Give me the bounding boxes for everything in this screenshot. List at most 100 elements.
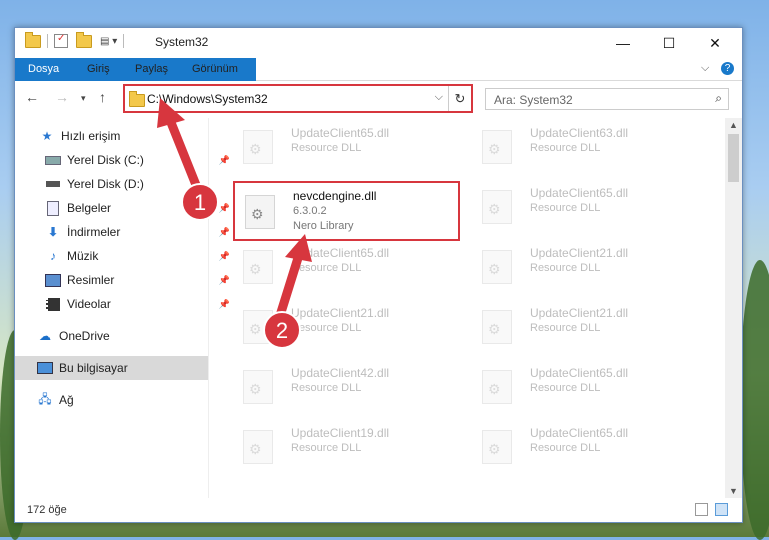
refresh-icon[interactable]: ↻ [448,86,471,111]
sidebar-item-label: Müzik [67,249,99,263]
search-input[interactable]: Ara: System32 ⌕ [485,88,729,110]
scroll-up-icon[interactable]: ▲ [725,120,742,130]
list-item[interactable]: ⚙ UpdateClient21.dll Resource DLL [472,240,687,290]
quick-access-toolbar: ✓ ▤ ▾ [25,31,130,48]
dll-file-icon: ⚙ [245,195,275,229]
close-button[interactable]: ✕ [692,28,738,58]
list-item[interactable]: ⚙ UpdateClient19.dll Resource DLL [233,420,448,470]
file-description: Resource DLL [530,262,601,274]
file-description: Resource DLL [530,442,601,454]
list-item-highlighted[interactable]: ⚙ nevcdengine.dll 6.3.0.2 Nero Library [233,181,460,241]
sidebar-item-label: Ağ [59,393,74,407]
videos-icon [45,297,61,311]
dll-file-icon: ⚙ [482,250,512,284]
sidebar-item-this-pc[interactable]: Bu bilgisayar [15,356,208,380]
file-description: Resource DLL [291,142,362,154]
list-item[interactable]: ⚙ UpdateClient42.dll Resource DLL [233,360,448,410]
list-item[interactable]: ⚙ UpdateClient65.dll Resource DLL [472,420,687,470]
file-name: UpdateClient21.dll [291,306,390,320]
dll-file-icon: ⚙ [243,430,273,464]
file-description: Nero Library [293,220,354,232]
sidebar-item-onedrive[interactable]: ☁ OneDrive [15,324,230,348]
sidebar-item-pictures[interactable]: Resimler 📌 [15,268,238,292]
maximize-button[interactable]: ☐ [646,28,692,58]
large-icons-view-icon[interactable] [715,503,728,516]
scrollbar-thumb[interactable] [728,134,739,182]
sidebar-item-label: OneDrive [59,329,110,343]
details-view-icon[interactable] [695,503,708,516]
up-arrow-icon[interactable]: ↑ [99,89,106,105]
file-name: UpdateClient65.dll [530,366,629,380]
cloud-icon: ☁ [39,329,51,343]
file-name: UpdateClient65.dll [291,126,390,140]
list-item[interactable]: ⚙ UpdateClient21.dll Resource DLL [233,300,448,350]
ribbon-collapse-icon[interactable]: ⌵ [701,62,709,75]
scroll-down-icon[interactable]: ▼ [725,486,742,496]
folder-icon [129,91,145,107]
sidebar-item-label: Belgeler [67,201,112,215]
file-name: UpdateClient65.dll [530,186,629,200]
list-item[interactable]: ⚙ UpdateClient63.dll Resource DLL [472,120,687,170]
item-count: 172 öğe [27,504,67,516]
sidebar-item-downloads[interactable]: ⬇ İndirmeler 📌 [15,220,238,244]
file-version: 6.3.0.2 [293,205,327,217]
file-description: Resource DLL [291,442,362,454]
list-item[interactable]: ⚙ UpdateClient65.dll Resource DLL [472,180,687,230]
file-name: nevcdengine.dll [293,189,377,203]
list-item[interactable]: ⚙ UpdateClient65.dll Resource DLL [233,120,448,170]
vertical-scrollbar[interactable]: ▲ ▼ [725,118,742,498]
help-icon[interactable]: ? [721,62,734,75]
sidebar-item-label: Videolar [67,297,111,311]
drive-icon [45,153,61,167]
list-item[interactable]: ⚙ UpdateClient21.dll Resource DLL [472,300,687,350]
download-icon: ⬇ [47,225,59,239]
sidebar-item-videos[interactable]: Videolar 📌 [15,292,238,316]
status-bar: 172 öğe [15,499,742,522]
dll-file-icon: ⚙ [482,190,512,224]
divider [47,34,48,48]
title-bar: ✓ ▤ ▾ System32 — ☐ ✕ [15,28,742,58]
documents-icon [45,200,61,216]
sidebar-item-music[interactable]: ♪ Müzik 📌 [15,244,238,268]
sidebar-item-quick-access[interactable]: ★ Hızlı erişim [15,124,232,148]
properties-icon[interactable]: ✓ [54,33,68,48]
back-arrow-icon[interactable]: ← [25,89,39,105]
sidebar-item-label: Resimler [67,273,115,287]
file-description: Resource DLL [291,382,362,394]
list-item[interactable]: ⚙ UpdateClient65.dll Resource DLL [472,360,687,410]
tab-share[interactable]: Paylaş [125,58,178,80]
divider [123,34,125,48]
ribbon: Dosya Giriş Paylaş Görünüm ⌵ ? [15,58,742,108]
sidebar-item-network[interactable]: 🖧 Ağ [15,388,230,412]
chevron-down-icon[interactable]: ⌵ [435,91,443,104]
search-icon[interactable]: ⌕ [715,91,722,106]
dll-file-icon: ⚙ [482,430,512,464]
sidebar-item-local-disk-d[interactable]: Yerel Disk (D:) [15,172,238,196]
sidebar-item-local-disk-c[interactable]: Yerel Disk (C:) 📌 [15,148,238,172]
dll-file-icon: ⚙ [243,370,273,404]
dll-file-icon: ⚙ [482,130,512,164]
minimize-button[interactable]: — [600,28,646,58]
navigation-pane: ★ Hızlı erişim Yerel Disk (C:) 📌 Yerel D… [15,118,230,498]
sidebar-item-documents[interactable]: Belgeler 📌 [15,196,238,220]
dll-file-icon: ⚙ [482,310,512,344]
window-title: System32 [155,35,209,49]
file-name: UpdateClient65.dll [291,246,390,260]
search-placeholder: Ara: System32 [494,93,573,107]
tab-home[interactable]: Giriş [77,58,120,80]
tab-view[interactable]: Görünüm [182,58,248,80]
new-folder-icon[interactable] [76,31,92,48]
file-description: Resource DLL [530,322,601,334]
customize-toolbar-icon[interactable]: ▤ ▾ [100,36,117,47]
file-description: Resource DLL [530,202,601,214]
file-description: Resource DLL [291,262,362,274]
list-item[interactable]: ⚙ UpdateClient65.dll Resource DLL [233,240,448,290]
drive-icon [45,177,61,191]
file-name: UpdateClient21.dll [530,306,629,320]
forward-arrow-icon[interactable]: → [55,89,69,105]
address-bar[interactable]: C:\Windows\System32 ⌵ ↻ [123,84,473,113]
recent-locations-icon[interactable]: ▾ [81,93,86,104]
file-list: ⚙ UpdateClient65.dll Resource DLL ⚙ nevc… [220,118,725,498]
star-icon: ★ [41,129,53,143]
computer-icon [37,361,53,375]
